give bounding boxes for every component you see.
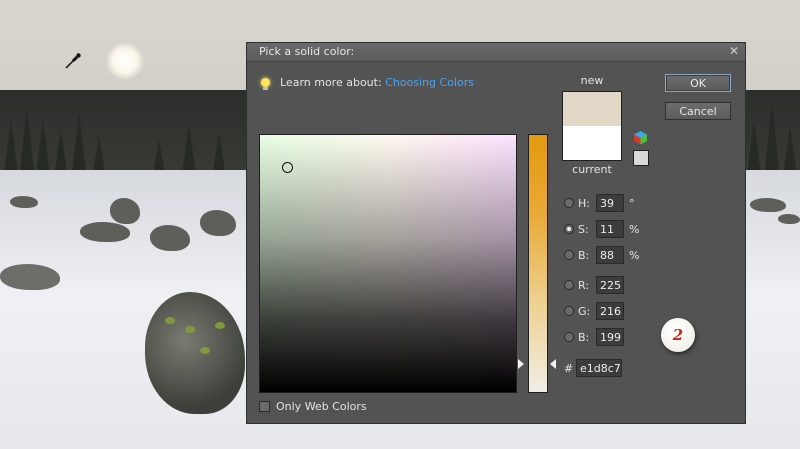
red-input[interactable]: [596, 276, 624, 294]
hue-input[interactable]: [596, 194, 624, 212]
radio-brightness[interactable]: [564, 250, 574, 260]
hue-slider[interactable]: [528, 134, 548, 393]
radio-green[interactable]: [564, 306, 574, 316]
blue-input[interactable]: [596, 328, 624, 346]
brightness-input[interactable]: [596, 246, 624, 264]
color-field[interactable]: [259, 134, 517, 393]
color-field-cursor[interactable]: [282, 162, 293, 173]
hue-slider-left-arrow[interactable]: [518, 359, 524, 369]
radio-blue[interactable]: [564, 332, 574, 342]
radio-red[interactable]: [564, 280, 574, 290]
color-picker-dialog: Pick a solid color: ✕ Learn more about: …: [246, 42, 746, 424]
only-web-colors-row: Only Web Colors: [259, 400, 367, 413]
current-color-label: current: [572, 163, 612, 176]
cancel-button[interactable]: Cancel: [665, 102, 731, 120]
color-preview: [562, 91, 622, 161]
label-hue: H:: [578, 196, 590, 210]
hex-input[interactable]: [576, 359, 622, 377]
field-row-saturation: S: %: [564, 219, 639, 239]
unit-percent-s: %: [629, 222, 640, 236]
ok-button[interactable]: OK: [665, 74, 731, 92]
eyedropper-icon: [65, 53, 81, 69]
label-green: G:: [578, 304, 591, 318]
dialog-title: Pick a solid color:: [259, 45, 355, 58]
close-icon[interactable]: ✕: [729, 44, 739, 58]
choosing-colors-link[interactable]: Choosing Colors: [385, 76, 474, 89]
saturation-input[interactable]: [596, 220, 624, 238]
dialog-titlebar[interactable]: Pick a solid color: ✕: [247, 43, 745, 62]
current-color-swatch[interactable]: [563, 126, 621, 160]
color-cube-icon[interactable]: [633, 130, 648, 145]
hint-prefix: Learn more about:: [280, 76, 382, 89]
websafe-color-swatch[interactable]: [633, 150, 649, 166]
only-web-colors-label: Only Web Colors: [276, 400, 367, 413]
new-color-label: new: [580, 74, 604, 87]
field-row-brightness: B: %: [564, 245, 639, 265]
hex-row: #: [564, 358, 622, 378]
label-saturation: S:: [578, 222, 589, 236]
hue-slider-right-arrow[interactable]: [550, 359, 556, 369]
field-row-hue: H: °: [564, 193, 635, 213]
label-brightness: B:: [578, 248, 590, 262]
lightbulb-icon: [261, 78, 270, 90]
sun: [106, 42, 144, 80]
field-row-red: R:: [564, 275, 624, 295]
radio-hue[interactable]: [564, 198, 574, 208]
radio-saturation[interactable]: [564, 224, 574, 234]
field-row-green: G:: [564, 301, 624, 321]
hex-symbol: #: [564, 361, 574, 375]
label-blue: B:: [578, 330, 590, 344]
new-color-swatch: [563, 92, 621, 126]
help-hint: Learn more about: Choosing Colors: [261, 76, 474, 90]
only-web-colors-checkbox[interactable]: [259, 401, 270, 412]
unit-degree: °: [629, 196, 635, 210]
field-row-blue: B:: [564, 327, 624, 347]
unit-percent-b: %: [629, 248, 640, 262]
label-red: R:: [578, 278, 590, 292]
green-input[interactable]: [596, 302, 624, 320]
step-number-badge: 2: [661, 318, 695, 352]
